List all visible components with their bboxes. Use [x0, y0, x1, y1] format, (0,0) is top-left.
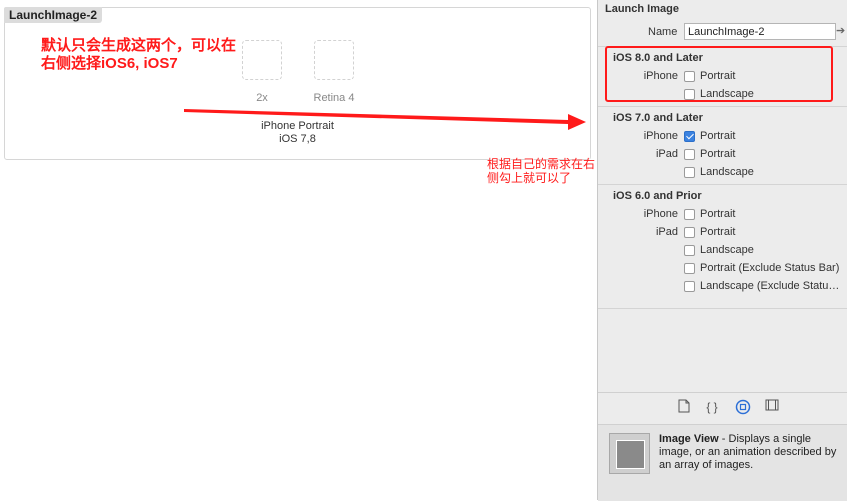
image-slot-retina4[interactable] [314, 40, 354, 80]
asset-canvas: LaunchImage-2 2x Retina 4 iPhone Portrai… [0, 0, 597, 500]
library-item-name: Image View [659, 433, 719, 445]
inspector-title: Launch Image [605, 3, 679, 15]
device-label-ipad: iPad [655, 148, 678, 160]
image-set-title: LaunchImage-2 [4, 7, 103, 23]
divider [598, 184, 847, 185]
checkbox-ios7-ipad-portrait[interactable] [684, 149, 695, 160]
checkbox-ios7-iphone-portrait[interactable] [684, 131, 695, 142]
annotation-arrow [184, 109, 586, 130]
code-snippet-icon[interactable]: { } [704, 399, 720, 415]
name-field[interactable] [684, 23, 836, 40]
checkbox-ios6-portrait-exclude-status-bar[interactable] [684, 263, 695, 274]
option-label: Landscape [700, 166, 754, 178]
divider [598, 308, 847, 309]
checkbox-ios6-ipad-landscape[interactable] [684, 245, 695, 256]
go-arrow-icon[interactable]: ➔ [836, 24, 847, 38]
option-label: Portrait [700, 148, 736, 160]
device-label-ipad: iPad [655, 226, 678, 238]
group-caption-os: iOS 7,8 [279, 133, 316, 145]
annotation-main: 默认只会生成这两个，可以在右侧选择iOS6, iOS7 [41, 37, 237, 72]
checkbox-ios6-iphone-portrait[interactable] [684, 209, 695, 220]
image-view-icon[interactable] [609, 433, 650, 474]
option-label: Portrait (Exclude Status Bar) [700, 262, 840, 274]
name-label: Name [648, 26, 678, 38]
option-label: Portrait [700, 130, 736, 142]
option-label: Landscape [700, 244, 754, 256]
library-item-image-view[interactable]: Image View - Displays a single image, or… [659, 433, 844, 472]
divider [598, 106, 847, 107]
checkbox-ios7-ipad-landscape[interactable] [684, 167, 695, 178]
section-title-ios6: iOS 6.0 and Prior [613, 190, 702, 202]
checkbox-ios6-landscape-exclude-status-bar[interactable] [684, 281, 695, 292]
library-tab-bar [598, 392, 847, 423]
attributes-inspector: Launch Image Name ➔ iOS 8.0 and Later iP… [597, 0, 847, 501]
device-label-iphone: iPhone [643, 130, 678, 142]
annotation-highlight-box [605, 46, 833, 102]
device-label-iphone: iPhone [643, 208, 678, 220]
section-title-ios7: iOS 7.0 and Later [613, 112, 703, 124]
option-label: Landscape (Exclude Statu… [700, 280, 840, 292]
option-label: Portrait [700, 208, 736, 220]
object-library-icon[interactable] [735, 399, 751, 415]
image-slot-2x[interactable] [242, 40, 282, 80]
file-template-icon[interactable] [676, 399, 692, 415]
option-label: Portrait [700, 226, 736, 238]
media-library-icon[interactable] [764, 399, 780, 415]
annotation-right: 根据自己的需求在右侧勾上就可以了 [487, 157, 596, 185]
checkbox-ios6-ipad-portrait[interactable] [684, 227, 695, 238]
